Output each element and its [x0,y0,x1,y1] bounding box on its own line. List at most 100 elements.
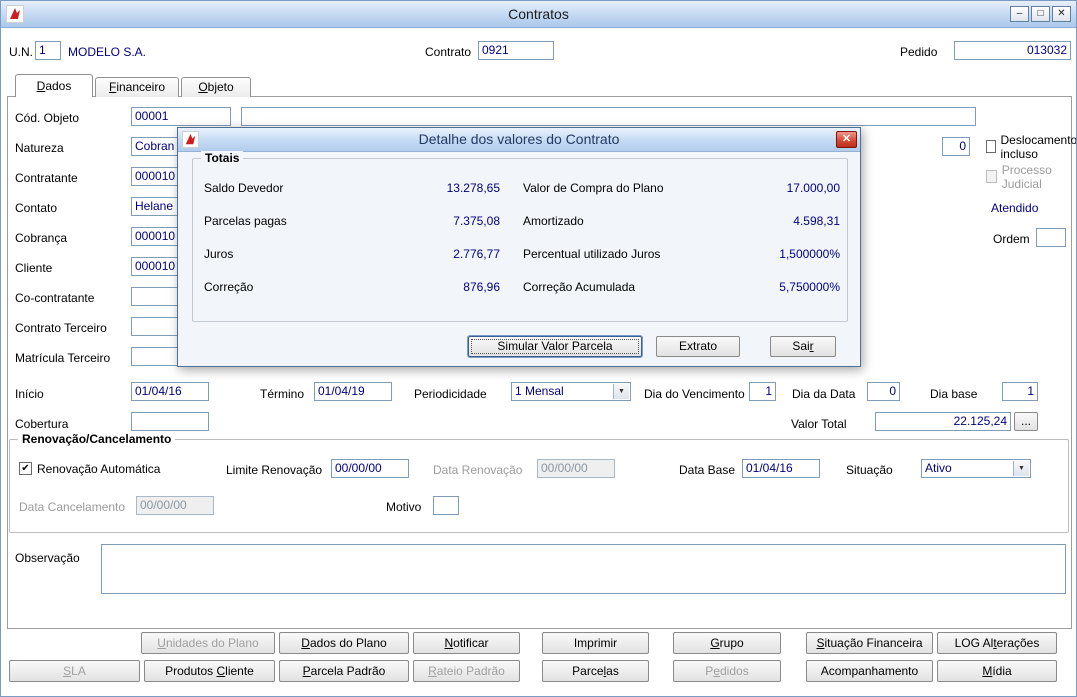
acompanhamento-button[interactable]: Acompanhamento [806,660,933,682]
parcelas-button[interactable]: Parcelas [542,660,649,682]
un-label: U.N. [9,45,33,59]
cliente-label: Cliente [15,261,53,275]
dia-data-label: Dia da Data [792,387,856,401]
dia-vencimento-label: Dia do Vencimento [644,387,745,401]
cobranca-label: Cobrança [15,231,68,245]
juros-label: Juros [204,247,234,261]
imprimir-button[interactable]: Imprimir [542,632,649,654]
renovacao-group: Renovação/Cancelamento [9,432,1069,533]
situacao-label: Situação [846,463,893,477]
correcao-acumulada-label: Correção Acumulada [523,280,636,294]
amortizado-label: Amortizado [523,214,584,228]
sair-button[interactable]: Sair [770,336,836,357]
produtos-cliente-button[interactable]: Produtos Cliente [144,660,275,682]
contratante-label: Contratante [15,171,78,185]
limite-renovacao-label: Limite Renovação [226,463,323,477]
cod-objeto-field[interactable]: 00001 [131,107,231,126]
deslocamento-incluso-checkbox[interactable]: Deslocamento incluso [986,133,1076,161]
juros-value: 2.776,77 [453,247,500,261]
situacao-select[interactable]: Ativo ▼ [921,459,1031,478]
parcela-padrao-button[interactable]: Parcela Padrão [279,660,409,682]
company-name: MODELO S.A. [68,45,147,59]
contratos-window: Contratos – □ ✕ U.N. 1 MODELO S.A. Contr… [0,0,1077,697]
natureza-aux-field[interactable]: 0 [942,137,970,156]
observacao-textarea[interactable] [101,544,1066,594]
notificar-button[interactable]: Notificar [413,632,520,654]
chevron-down-icon[interactable]: ▼ [613,384,629,399]
midia-button[interactable]: Mídia [937,660,1057,682]
limite-renovacao-field[interactable]: 00/00/00 [331,459,409,478]
situacao-financeira-button[interactable]: Situação Financeira [806,632,933,654]
termino-field[interactable]: 01/04/19 [314,382,392,401]
valor-total-ellipsis-button[interactable]: ... [1014,412,1038,431]
maximize-icon[interactable]: □ [1031,6,1050,22]
dialog-titlebar[interactable]: Detalhe dos valores do Contrato ✕ [178,128,860,152]
extrato-button[interactable]: Extrato [656,336,740,357]
tab-dados[interactable]: Dados [15,74,93,97]
grupo-button[interactable]: Grupo [673,632,781,654]
amortizado-value: 4.598,31 [793,214,840,228]
cod-objeto-desc-field[interactable] [241,107,976,126]
parcelas-pagas-value: 7.375,08 [453,214,500,228]
totais-group-title: Totais [201,151,244,165]
dia-base-label: Dia base [930,387,978,401]
minimize-icon[interactable]: – [1010,6,1029,22]
contrato-field[interactable]: 0921 [478,41,554,60]
periodicidade-select[interactable]: 1 Mensal ▼ [511,382,631,401]
inicio-field[interactable]: 01/04/16 [131,382,209,401]
periodicidade-label: Periodicidade [414,387,487,401]
cocontratante-label: Co-contratante [15,291,95,305]
dia-vencimento-field[interactable]: 1 [749,382,776,401]
percentual-juros-label: Percentual utilizado Juros [523,247,661,261]
simular-valor-parcela-button[interactable]: Simular Valor Parcela [468,336,642,357]
renovacao-automatica-checkbox[interactable]: ✔ Renovação Automática [19,461,160,476]
saldo-devedor-value: 13.278,65 [446,181,500,195]
checkbox-box [986,170,997,183]
matricula-terceiro-label: Matrícula Terceiro [15,351,111,365]
ordem-field[interactable] [1036,228,1066,247]
contrato-terceiro-label: Contrato Terceiro [15,321,107,335]
data-renovacao-field: 00/00/00 [537,459,615,478]
valor-compra-plano-label: Valor de Compra do Plano [523,181,664,195]
un-field[interactable]: 1 [35,41,61,60]
motivo-label: Motivo [386,500,422,514]
cobertura-label: Cobertura [15,417,69,431]
dialog-title: Detalhe dos valores do Contrato [418,131,620,147]
saldo-devedor-label: Saldo Devedor [204,181,284,195]
termino-label: Término [260,387,305,401]
data-renovacao-label: Data Renovação [433,463,523,477]
dia-data-field[interactable]: 0 [867,382,900,401]
rateio-padrao-button: Rateio Padrão [413,660,520,682]
checkbox-box [986,140,996,153]
valor-compra-plano-value: 17.000,00 [786,181,840,195]
close-icon[interactable]: ✕ [1052,6,1071,22]
cobertura-field[interactable] [131,412,209,431]
close-icon[interactable]: ✕ [836,131,857,148]
natureza-label: Natureza [15,141,64,155]
dados-do-plano-button[interactable]: Dados do Plano [279,632,409,654]
valor-total-field[interactable]: 22.125,24 [875,412,1011,431]
dia-base-field[interactable]: 1 [1002,382,1038,401]
window-titlebar[interactable]: Contratos – □ ✕ [1,1,1076,28]
motivo-field[interactable] [433,496,459,515]
tab-objeto[interactable]: Objeto [181,77,251,97]
parcelas-pagas-label: Parcelas pagas [204,214,287,228]
correcao-acumulada-value: 5,750000% [779,280,840,294]
log-alteracoes-button[interactable]: LOG Alterações [937,632,1057,654]
percentual-juros-value: 1,500000% [779,247,840,261]
correcao-label: Correção [204,280,254,294]
cod-objeto-label: Cód. Objeto [15,111,80,125]
valor-total-label: Valor Total [791,417,847,431]
data-cancelamento-field: 00/00/00 [136,496,214,515]
pedido-field[interactable]: 013032 [954,41,1071,60]
pedido-label: Pedido [900,45,938,59]
contato-label: Contato [15,201,58,215]
observacao-label: Observação [15,551,80,565]
data-base-label: Data Base [679,463,736,477]
tab-financeiro[interactable]: Financeiro [95,77,179,97]
processo-judicial-label: Processo Judicial [1001,162,1052,191]
inicio-label: Início [15,387,44,401]
data-base-field[interactable]: 01/04/16 [742,459,820,478]
chevron-down-icon[interactable]: ▼ [1013,461,1029,476]
situacao-value: Ativo [925,461,952,475]
